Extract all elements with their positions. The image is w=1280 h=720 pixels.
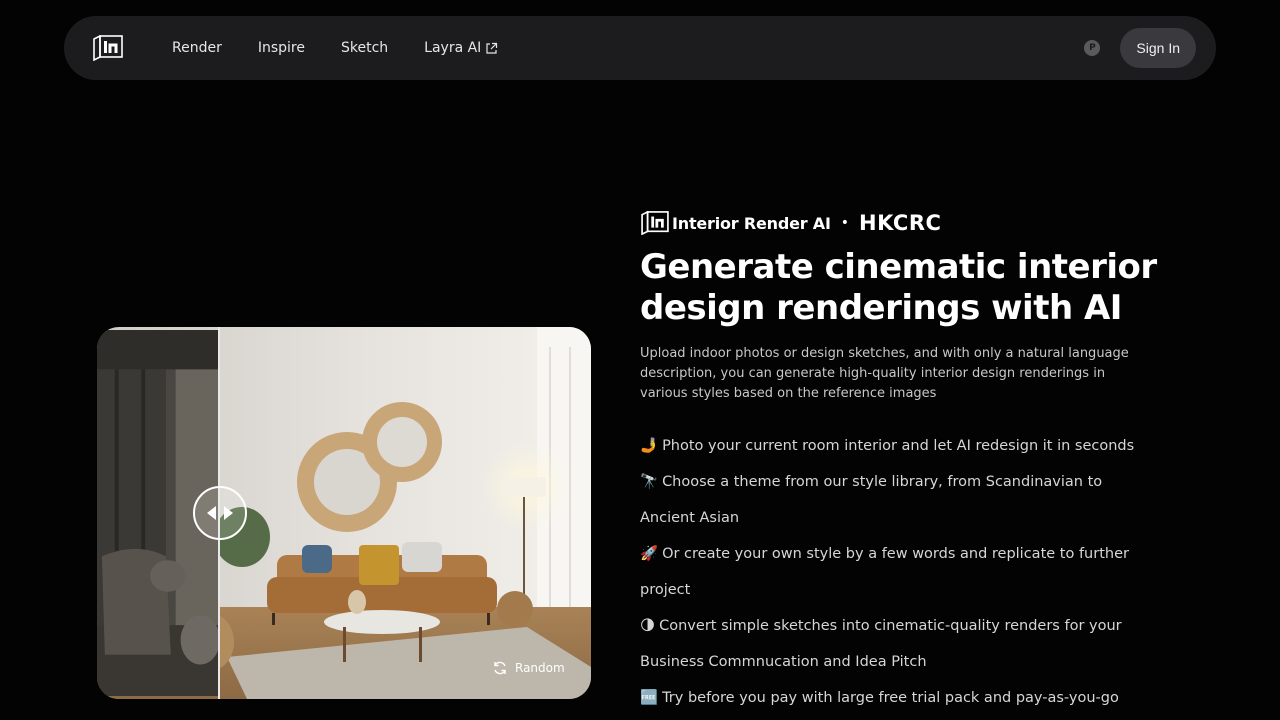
page-title: Generate cinematic interior design rende…	[640, 247, 1157, 328]
list-item: 🤳 Photo your current room interior and le…	[640, 428, 1140, 464]
nav-link-inspire[interactable]: Inspire	[258, 40, 305, 56]
nav-link-render[interactable]: Render	[172, 40, 222, 56]
list-item: 🌗 Convert simple sketches into cinematic-…	[640, 608, 1140, 680]
feature-list: 🤳 Photo your current room interior and le…	[640, 428, 1140, 716]
external-link-icon	[486, 42, 498, 54]
interior-render-logo-icon[interactable]	[92, 35, 124, 61]
free-badge-icon: 🆓	[640, 690, 659, 706]
random-button-label: Random	[515, 661, 565, 675]
page: Render Inspire Sketch Layra AI P Sign In	[0, 0, 1280, 720]
nav-links: Render Inspire Sketch Layra AI	[172, 40, 534, 56]
brand-separator: •	[840, 215, 850, 231]
list-item: 🚀 Or create your own style by a few words…	[640, 536, 1140, 608]
before-after-image-comparison[interactable]: Random	[97, 327, 591, 699]
page-description: Upload indoor photos or design sketches,…	[640, 346, 1129, 401]
feature-text: Try before you pay with large free trial…	[662, 690, 1119, 706]
feature-text: Or create your own style by a few words …	[640, 546, 1129, 598]
chevron-left-icon	[207, 506, 216, 520]
interior-render-ai-logo: Interior Render AI	[640, 211, 831, 235]
rocket-icon: 🚀	[640, 546, 659, 562]
nav-link-sketch[interactable]: Sketch	[341, 40, 388, 56]
list-item: 🆓 Try before you pay with large free tria…	[640, 680, 1140, 716]
feature-text: Convert simple sketches into cinematic-q…	[640, 618, 1122, 670]
sign-in-button[interactable]: Sign In	[1120, 28, 1196, 68]
nav-right: P Sign In	[1084, 28, 1196, 68]
nav-link-sketch-label: Sketch	[340, 40, 389, 56]
feature-text: Choose a theme from our style library, f…	[640, 474, 1103, 526]
feature-text: Photo your current room interior and let…	[662, 438, 1135, 454]
refresh-icon	[494, 661, 506, 675]
list-item: 🔭 Choose a theme from our style library, …	[640, 464, 1140, 536]
nav-link-layra-ai[interactable]: Layra AI	[424, 40, 498, 56]
half-moon-icon: 🌗	[640, 618, 656, 634]
navbar: Render Inspire Sketch Layra AI P Sign In	[64, 16, 1216, 80]
random-button[interactable]: Random	[493, 661, 565, 675]
brand-name: Interior Render AI	[672, 213, 831, 233]
interior-render-logo-icon	[641, 211, 669, 235]
points-icon[interactable]: P	[1084, 40, 1101, 56]
selfie-icon: 🤳	[640, 438, 659, 454]
nav-link-layra-ai-label: Layra AI	[424, 40, 482, 56]
nav-link-render-label: Render	[172, 40, 222, 56]
partner-logo-hkcrc: HKCRC	[859, 211, 942, 235]
chevron-right-icon	[224, 506, 233, 520]
comparison-slider-handle[interactable]	[193, 486, 247, 540]
nav-link-inspire-label: Inspire	[257, 40, 305, 56]
brand-row: Interior Render AI • HKCRC	[640, 210, 941, 236]
telescope-icon: 🔭	[640, 474, 659, 490]
